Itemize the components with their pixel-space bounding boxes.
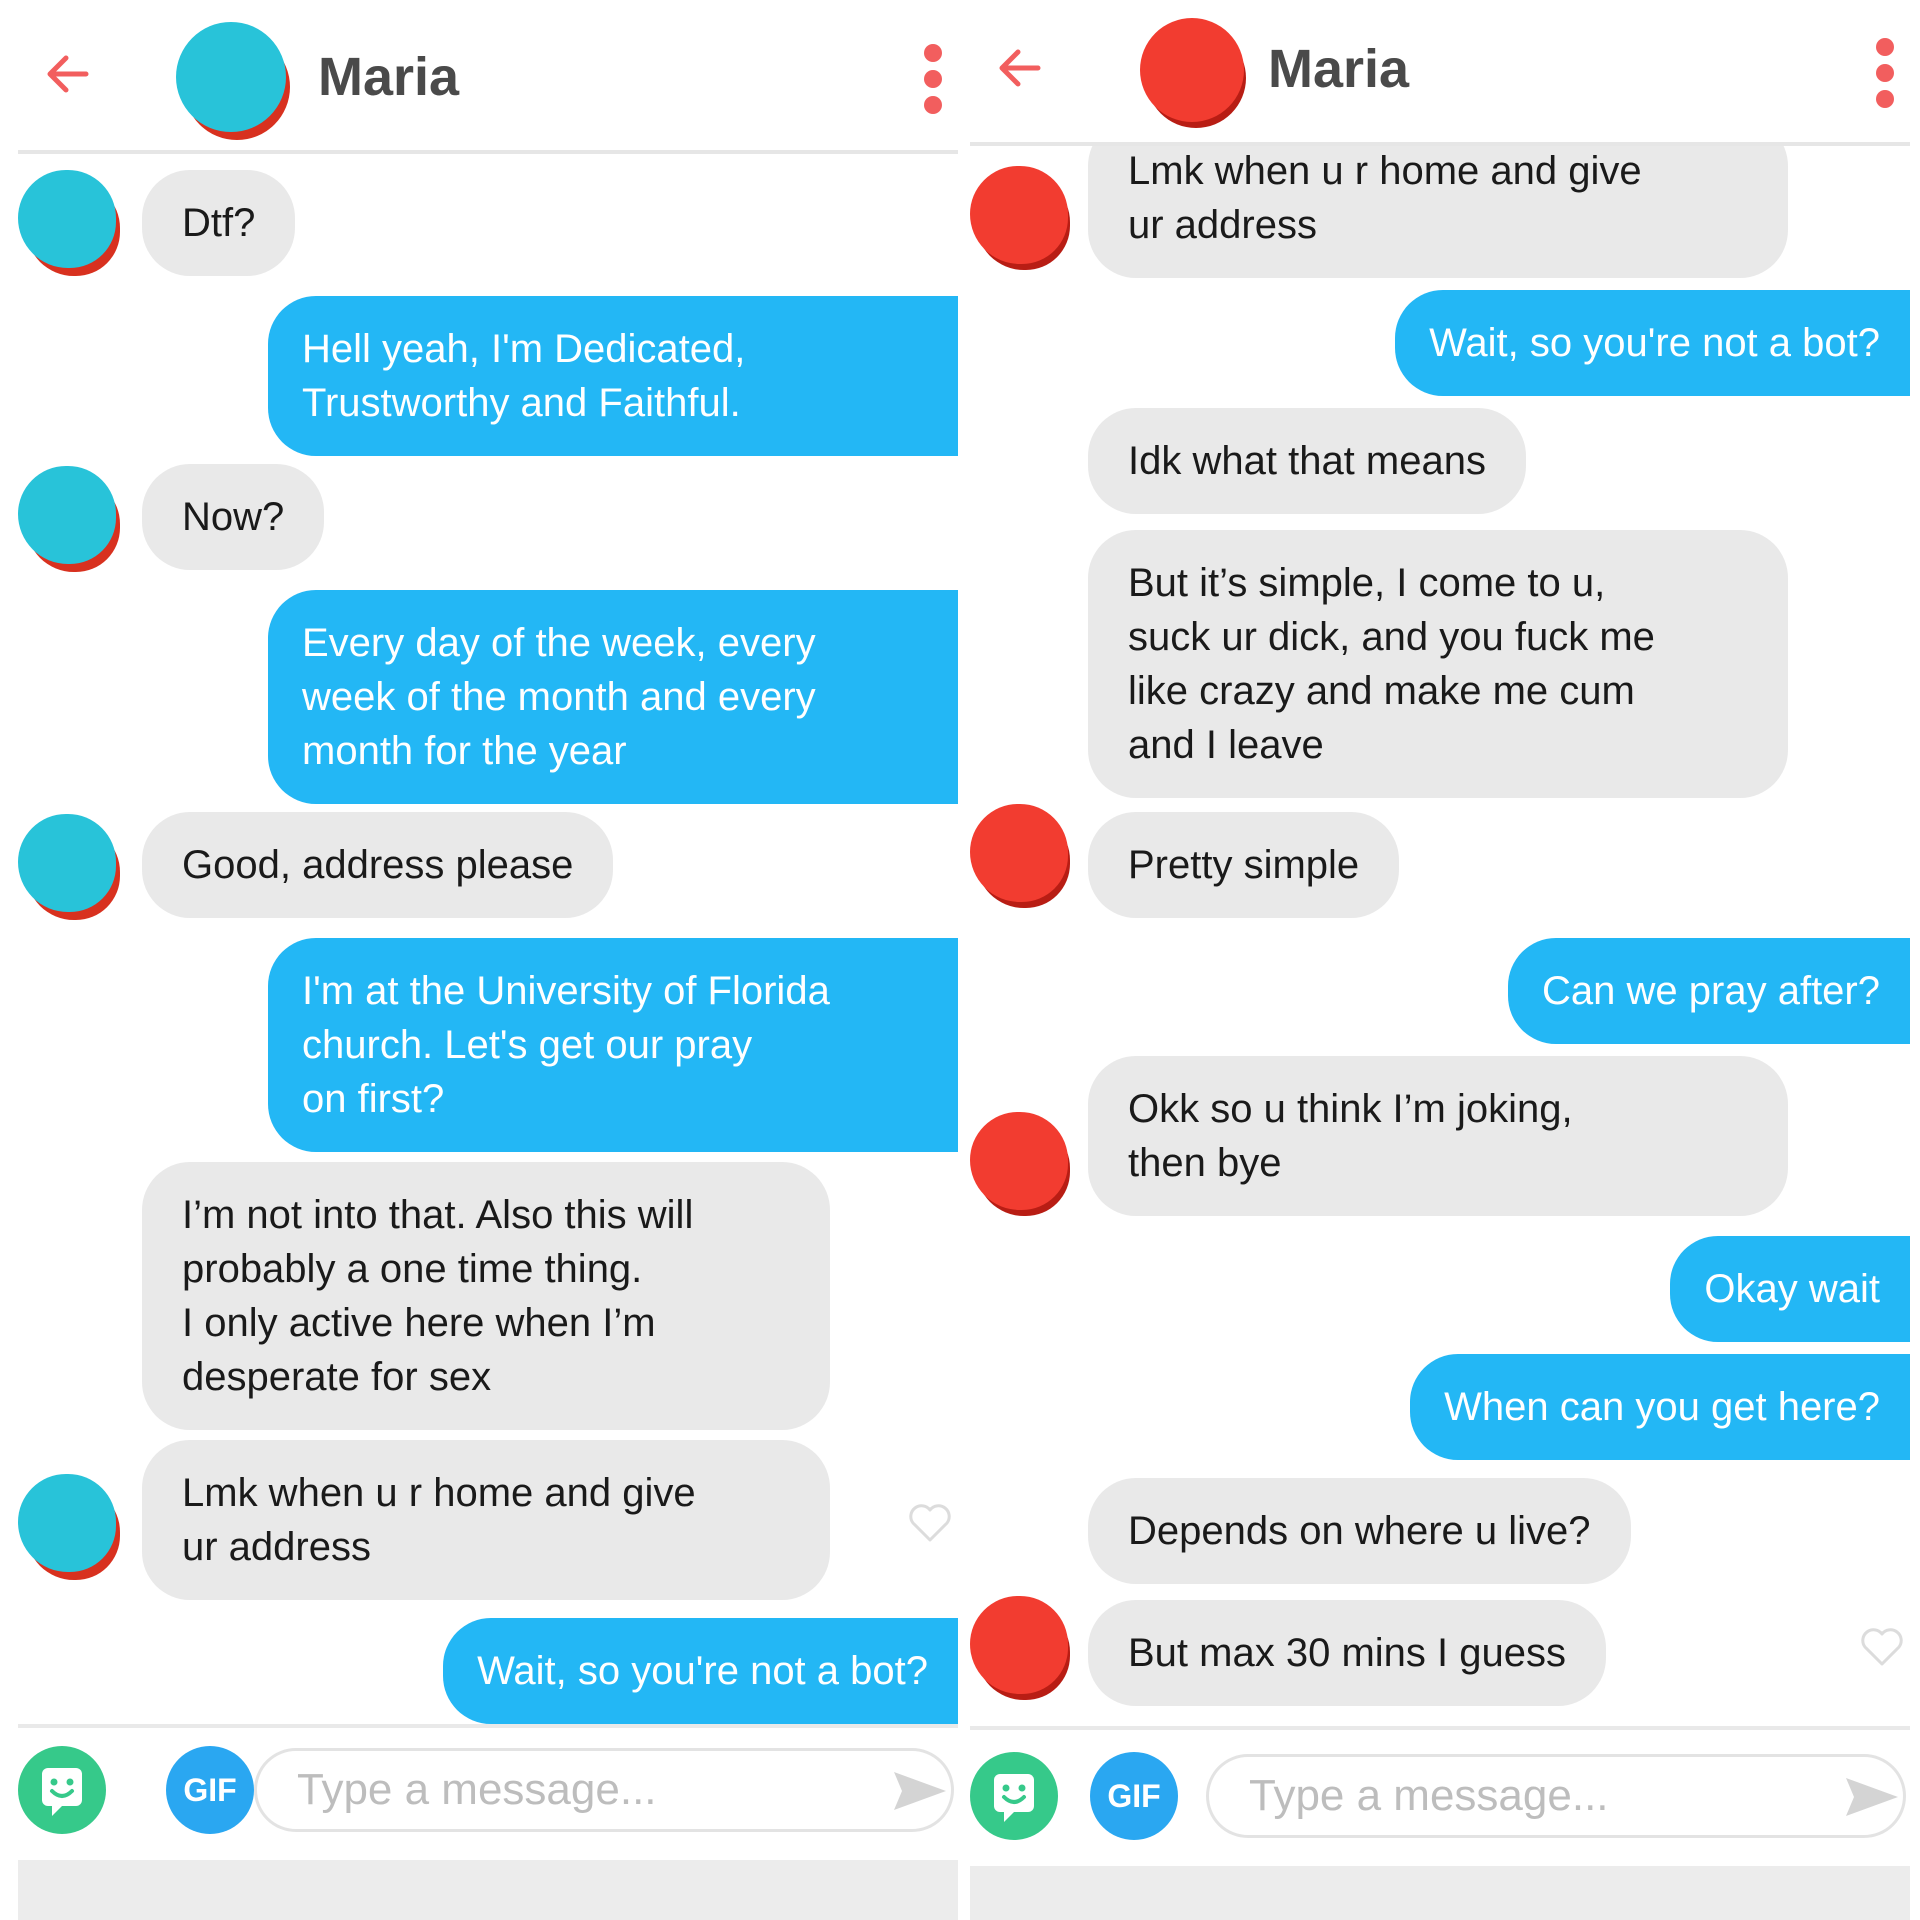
message-bubble-incoming: Good, address please — [142, 812, 614, 918]
gif-button[interactable]: GIF — [166, 1746, 254, 1834]
sticker-button[interactable] — [970, 1752, 1058, 1840]
sender-avatar[interactable] — [18, 170, 116, 268]
send-icon[interactable] — [1842, 1772, 1902, 1822]
message-bubble-outgoing: Every day of the week, every week of the… — [268, 590, 958, 804]
message-bubble-outgoing: Hell yeah, I'm Dedicated, Trustworthy an… — [268, 296, 958, 456]
chat-header: Maria — [18, 0, 958, 154]
chat-panel-right: Maria Lmk when u r home and give ur addr… — [970, 0, 1910, 1920]
message-bubble-incoming: Now? — [142, 464, 325, 570]
message-bubble-incoming: Okk so u think I’m joking, then bye — [1088, 1056, 1788, 1216]
message-bubble-incoming: Idk what that means — [1088, 408, 1526, 514]
message-bubble-incoming: Lmk when u r home and give ur address — [142, 1440, 830, 1600]
sender-avatar[interactable] — [18, 814, 116, 912]
message-bubble-incoming: But it’s simple, I come to u, suck ur di… — [1088, 530, 1788, 798]
system-nav-bar — [18, 1860, 958, 1920]
message-input[interactable]: Type a message... — [1206, 1754, 1906, 1838]
sender-avatar[interactable] — [970, 804, 1068, 902]
send-icon[interactable] — [890, 1766, 950, 1816]
sticker-button[interactable] — [18, 1746, 106, 1834]
heart-icon[interactable] — [1858, 1622, 1906, 1670]
sender-avatar[interactable] — [18, 1474, 116, 1572]
system-nav-bar — [970, 1866, 1910, 1920]
more-options-icon[interactable] — [1870, 38, 1900, 108]
message-bubble-outgoing: When can you get here? — [1410, 1354, 1910, 1460]
message-bubble-incoming: I’m not into that. Also this will probab… — [142, 1162, 830, 1430]
contact-name[interactable]: Maria — [318, 46, 459, 108]
sender-avatar[interactable] — [970, 1112, 1068, 1210]
back-arrow-icon[interactable] — [990, 38, 1050, 98]
message-bubble-outgoing: Wait, so you're not a bot? — [1395, 290, 1910, 396]
more-options-icon[interactable] — [918, 44, 948, 114]
chat-panel-left: Maria Dtf? Hell yeah, I'm Dedicated, Tru… — [18, 0, 958, 1920]
message-bubble-outgoing: Wait, so you're not a bot? — [443, 1618, 958, 1724]
message-bubble-incoming: Pretty simple — [1088, 812, 1400, 918]
smiley-sticker-icon — [42, 1768, 82, 1816]
message-input[interactable]: Type a message... — [254, 1748, 954, 1832]
chat-header: Maria — [970, 0, 1910, 146]
message-composer: GIF Type a message... — [18, 1724, 958, 1838]
message-bubble-incoming: But max 30 mins I guess — [1088, 1600, 1606, 1706]
message-bubble-outgoing: Can we pray after? — [1508, 938, 1910, 1044]
sender-avatar[interactable] — [970, 166, 1068, 264]
sender-avatar[interactable] — [18, 466, 116, 564]
message-composer: GIF Type a message... — [970, 1726, 1910, 1840]
contact-avatar[interactable] — [176, 22, 286, 132]
message-bubble-incoming: Depends on where u live? — [1088, 1478, 1631, 1584]
contact-avatar[interactable] — [1140, 18, 1244, 122]
message-bubble-outgoing: I'm at the University of Florida church.… — [268, 938, 958, 1152]
message-bubble-incoming: Dtf? — [142, 170, 296, 276]
contact-name[interactable]: Maria — [1268, 38, 1409, 100]
gif-button[interactable]: GIF — [1090, 1752, 1178, 1840]
message-bubble-outgoing: Okay wait — [1670, 1236, 1910, 1342]
smiley-sticker-icon — [994, 1774, 1034, 1822]
sender-avatar[interactable] — [970, 1596, 1068, 1694]
back-arrow-icon[interactable] — [38, 44, 98, 104]
heart-icon[interactable] — [906, 1498, 954, 1546]
